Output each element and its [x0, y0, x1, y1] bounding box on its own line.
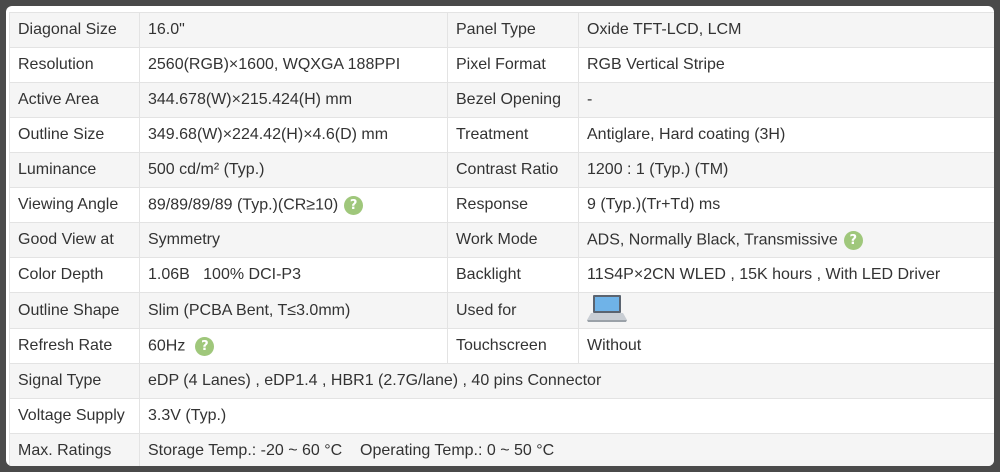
label-voltage-supply: Voltage Supply: [9, 398, 140, 434]
label-used-for: Used for: [447, 292, 579, 329]
spec-sheet-frame: Diagonal Size 16.0" Panel Type Oxide TFT…: [6, 6, 994, 466]
value-voltage-supply: 3.3V (Typ.): [139, 398, 994, 434]
table-row: Active Area 344.678(W)×215.424(H) mm Bez…: [9, 82, 994, 118]
label-refresh-rate: Refresh Rate: [9, 328, 140, 364]
table-row: Luminance 500 cd/m² (Typ.) Contrast Rati…: [9, 152, 994, 188]
question-circle-icon[interactable]: ?: [195, 336, 215, 356]
label-good-view-at: Good View at: [9, 222, 140, 258]
label-response: Response: [447, 187, 579, 223]
label-outline-size: Outline Size: [9, 117, 140, 153]
label-treatment: Treatment: [447, 117, 579, 153]
table-row: Resolution 2560(RGB)×1600, WQXGA 188PPI …: [9, 47, 994, 83]
value-outline-size: 349.68(W)×224.42(H)×4.6(D) mm: [139, 117, 448, 153]
question-circle-icon[interactable]: ?: [843, 230, 863, 250]
table-row: Max. Ratings Storage Temp.: -20 ~ 60 °C …: [9, 433, 994, 466]
value-good-view-at: Symmetry: [139, 222, 448, 258]
table-row: Good View at Symmetry Work Mode ADS, Nor…: [9, 222, 994, 258]
label-resolution: Resolution: [9, 47, 140, 83]
table-row: Color Depth 1.06B 100% DCI-P3 Backlight …: [9, 257, 994, 293]
label-bezel-opening: Bezel Opening: [447, 82, 579, 118]
label-signal-type: Signal Type: [9, 363, 140, 399]
value-response: 9 (Typ.)(Tr+Td) ms: [578, 187, 994, 223]
value-max-ratings: Storage Temp.: -20 ~ 60 °C Operating Tem…: [139, 433, 994, 466]
value-refresh-rate-cell: 60Hz?: [139, 328, 448, 364]
label-diagonal-size: Diagonal Size: [9, 12, 140, 48]
value-touchscreen: Without: [578, 328, 994, 364]
value-treatment: Antiglare, Hard coating (3H): [578, 117, 994, 153]
label-luminance: Luminance: [9, 152, 140, 188]
table-row: Outline Shape Slim (PCBA Bent, T≤3.0mm) …: [9, 292, 994, 329]
value-active-area: 344.678(W)×215.424(H) mm: [139, 82, 448, 118]
table-row: Refresh Rate 60Hz? Touchscreen Without: [9, 328, 994, 364]
value-viewing-angle: 89/89/89/89 (Typ.)(CR≥10): [148, 196, 339, 214]
value-backlight: 11S4P×2CN WLED , 15K hours , With LED Dr…: [578, 257, 994, 293]
value-work-mode-cell: ADS, Normally Black, Transmissive?: [578, 222, 994, 258]
value-resolution: 2560(RGB)×1600, WQXGA 188PPI: [139, 47, 448, 83]
label-contrast-ratio: Contrast Ratio: [447, 152, 579, 188]
value-viewing-angle-cell: 89/89/89/89 (Typ.)(CR≥10)?: [139, 187, 448, 223]
value-contrast-ratio: 1200 : 1 (Typ.) (TM): [578, 152, 994, 188]
table-row: Outline Size 349.68(W)×224.42(H)×4.6(D) …: [9, 117, 994, 153]
label-max-ratings: Max. Ratings: [9, 433, 140, 466]
question-circle-icon[interactable]: ?: [344, 195, 364, 215]
label-pixel-format: Pixel Format: [447, 47, 579, 83]
value-refresh-rate: 60Hz: [148, 337, 186, 355]
label-color-depth: Color Depth: [9, 257, 140, 293]
value-color-depth: 1.06B 100% DCI-P3: [139, 257, 448, 293]
table-row: Voltage Supply 3.3V (Typ.): [9, 398, 994, 434]
value-panel-type: Oxide TFT-LCD, LCM: [578, 12, 994, 48]
label-work-mode: Work Mode: [447, 222, 579, 258]
table-row: Signal Type eDP (4 Lanes) , eDP1.4 , HBR…: [9, 363, 994, 399]
value-work-mode: ADS, Normally Black, Transmissive: [587, 231, 838, 249]
label-touchscreen: Touchscreen: [447, 328, 579, 364]
label-active-area: Active Area: [9, 82, 140, 118]
label-viewing-angle: Viewing Angle: [9, 187, 140, 223]
value-signal-type: eDP (4 Lanes) , eDP1.4 , HBR1 (2.7G/lane…: [139, 363, 994, 399]
spec-table: Diagonal Size 16.0" Panel Type Oxide TFT…: [9, 12, 994, 466]
label-outline-shape: Outline Shape: [9, 292, 140, 329]
value-pixel-format: RGB Vertical Stripe: [578, 47, 994, 83]
value-used-for: [578, 292, 994, 329]
table-row: Viewing Angle 89/89/89/89 (Typ.)(CR≥10)?…: [9, 187, 994, 223]
label-panel-type: Panel Type: [447, 12, 579, 48]
label-backlight: Backlight: [447, 257, 579, 293]
table-row: Diagonal Size 16.0" Panel Type Oxide TFT…: [9, 12, 994, 48]
value-bezel-opening: -: [578, 82, 994, 118]
value-outline-shape: Slim (PCBA Bent, T≤3.0mm): [139, 292, 448, 329]
value-luminance: 500 cd/m² (Typ.): [139, 152, 448, 188]
value-diagonal-size: 16.0": [139, 12, 448, 48]
laptop-icon: [587, 294, 627, 328]
